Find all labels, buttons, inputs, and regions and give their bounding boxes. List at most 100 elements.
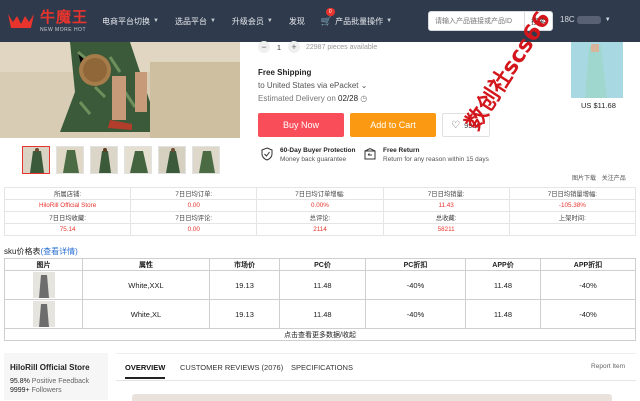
sku-price-table: 图片 属性 市场价 PC价 PC折扣 APP价 APP折扣 White,XXL … — [4, 258, 636, 341]
table-cell: 11.48 — [465, 299, 541, 329]
buy-now-button[interactable]: Buy Now — [258, 113, 344, 137]
stat-label: 7日日均销量增幅: — [508, 187, 637, 200]
return-box-icon — [364, 147, 376, 160]
quantity-stepper: − 1 + 22987 pieces available — [258, 41, 377, 53]
nav-upgrade-member[interactable]: 升级会员 ▼ — [232, 16, 273, 27]
nav-label: 升级会员 — [231, 16, 264, 26]
table-cell: White,XL — [82, 299, 210, 329]
image-thumbnails — [22, 146, 226, 174]
column-header: APP价 — [465, 258, 541, 271]
thumbnail[interactable] — [56, 146, 84, 174]
store-followers: 9999+ Followers — [10, 387, 108, 394]
heart-icon: ♡ — [451, 119, 461, 131]
stat-value — [508, 223, 637, 236]
nav-label: 发现 — [288, 16, 305, 26]
table-cell: 11.48 — [279, 299, 366, 329]
table-cell: 19.13 — [209, 270, 280, 300]
sku-image-cell — [4, 299, 83, 329]
quantity-value[interactable]: 1 — [270, 43, 288, 52]
thumbnail[interactable] — [22, 146, 50, 174]
stat-label: 总评论: — [256, 211, 384, 224]
thumbnail[interactable] — [124, 146, 152, 174]
column-header: 市场价 — [209, 258, 280, 271]
shipping-info: Free Shipping to United States via ePack… — [258, 66, 367, 105]
search-input[interactable] — [429, 12, 524, 30]
stat-label: 总收藏: — [382, 211, 510, 224]
shipping-method-select[interactable]: to United States via ePacket ⌄ — [258, 79, 367, 92]
recommended-product-price: US $11.68 — [581, 101, 616, 110]
free-return: Free Return Return for any reason within… — [363, 146, 489, 164]
batch-count-badge: 0 — [325, 7, 335, 16]
report-item-link[interactable]: Report Item — [591, 363, 625, 370]
chevron-down-icon: ▼ — [209, 18, 216, 24]
quantity-increase-button[interactable]: + — [288, 41, 300, 53]
stat-label: 7日日均收藏: — [3, 211, 132, 224]
stat-label: 7日日均订单: — [130, 187, 258, 200]
column-header: 图片 — [4, 258, 83, 271]
product-main-image[interactable] — [0, 42, 240, 138]
shield-icon — [261, 147, 273, 161]
table-cell: -40% — [540, 270, 636, 300]
tab-divider — [116, 380, 636, 381]
buyer-protection: 60-Day Buyer Protection Money back guara… — [260, 146, 356, 164]
buyer-protection-title: 60-Day Buyer Protection — [280, 147, 356, 154]
logo-subtitle: NEW MORE HOT — [40, 26, 86, 33]
buyer-protection-desc: Money back guarantee — [280, 156, 347, 163]
nav-label: 产品批量操作 — [335, 16, 384, 26]
thumbnail[interactable] — [158, 146, 186, 174]
free-return-title: Free Return — [383, 147, 420, 154]
store-link[interactable]: HiloRill Official Store — [3, 199, 132, 212]
tab-specifications[interactable]: SPECIFICATIONS — [291, 363, 353, 372]
tab-overview[interactable]: OVERVIEW — [125, 363, 166, 379]
thumbnail[interactable] — [192, 146, 220, 174]
download-images-link[interactable]: 图片下载 — [572, 176, 596, 182]
show-more-toggle[interactable]: 点击查看更多数据/收起 — [4, 328, 636, 341]
recommended-product-image[interactable] — [571, 42, 623, 98]
stat-value: 0.00 — [130, 199, 258, 212]
image-actions: 图片下载 关注产品 — [572, 173, 630, 182]
column-header: PC折扣 — [365, 258, 466, 271]
sku-detail-link[interactable]: (查看详情) — [40, 247, 77, 256]
stat-value: 11.43 — [382, 199, 510, 212]
store-name[interactable]: HiloRill Official Store — [10, 363, 108, 372]
nav-batch-operations[interactable]: 🛒 0 产品批量操作 ▼ — [321, 7, 393, 27]
column-header: APP折扣 — [540, 258, 636, 271]
followers-label: Followers — [29, 387, 62, 394]
tab-customer-reviews[interactable]: CUSTOMER REVIEWS (2076) — [180, 363, 283, 372]
stat-label: 7日日均订单增幅: — [256, 187, 384, 200]
estimated-delivery: Estimated Delivery on 02/28 ◷ — [258, 92, 367, 105]
table-cell: 11.48 — [465, 270, 541, 300]
nav-product-selection[interactable]: 选品平台 ▼ — [175, 16, 216, 27]
sku-title-text: sku价格表 — [4, 247, 41, 256]
sku-thumbnail[interactable] — [32, 272, 55, 298]
chevron-down-icon: ▼ — [604, 16, 611, 23]
quantity-decrease-button[interactable]: − — [258, 41, 270, 53]
table-cell: -40% — [365, 270, 466, 300]
stat-label: 上架时间: — [508, 211, 637, 224]
add-to-cart-button[interactable]: Add to Cart — [350, 113, 436, 137]
nav-platform-switch[interactable]: 电商平台切换 ▼ — [102, 16, 159, 27]
sku-thumbnail[interactable] — [32, 301, 55, 327]
chevron-down-icon: ▼ — [386, 18, 393, 24]
username: 18C — [560, 15, 575, 24]
nav-label: 电商平台切换 — [102, 16, 150, 26]
feedback-label: Positive Feedback — [29, 378, 90, 385]
app-logo[interactable]: 牛魔王 NEW MORE HOT — [6, 6, 94, 36]
store-info-card: HiloRill Official Store 95.8% Positive F… — [4, 353, 108, 400]
table-cell: 11.48 — [279, 270, 366, 300]
clock-icon[interactable]: ◷ — [360, 94, 367, 103]
nav-discover[interactable]: 发现 — [289, 16, 305, 27]
logo-text: 牛魔王 — [40, 7, 89, 26]
feedback-value: 95.8% — [10, 378, 30, 385]
thumbnail[interactable] — [90, 146, 118, 174]
stat-value: -105.38% — [508, 199, 637, 212]
sku-table-title: sku价格表(查看详情) — [4, 246, 78, 257]
column-header: 属性 — [82, 258, 210, 271]
stat-label: 所属店铺: — [3, 187, 132, 200]
chevron-down-icon: ▼ — [153, 18, 159, 24]
follow-product-link[interactable]: 关注产品 — [602, 176, 626, 182]
user-menu[interactable]: 18C ▼ — [560, 15, 611, 24]
username-redacted — [576, 15, 601, 24]
stat-value: 0.00% — [256, 199, 384, 212]
sku-image-cell — [4, 270, 83, 300]
